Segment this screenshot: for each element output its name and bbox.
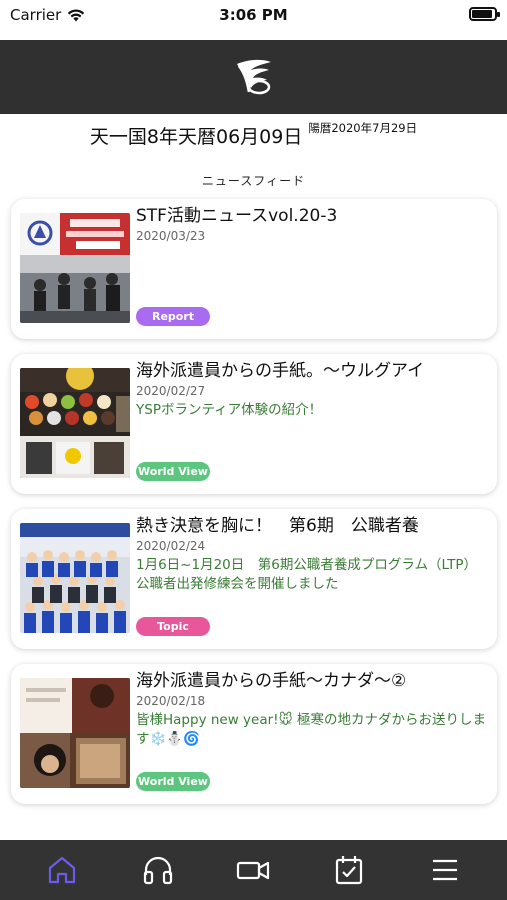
news-date: 2020/02/18 [136,694,206,708]
news-card-body: 海外派遣員からの手紙。〜ウルグアイ 2020/02/27 YSPボランティア体験… [136,360,488,420]
news-date: 2020/02/27 [136,384,206,398]
news-feed-title: ニュースフィード [201,174,306,188]
news-date: 2020/03/23 [136,229,206,243]
news-card-body: 熱き決意を胸に！ 第6期 公職者養 2020/02/24 1月6日~1月20日 … [136,515,488,594]
news-card[interactable]: STF活動ニュースvol.20-3 2020/03/23 Report [11,199,497,339]
news-thumbnail-image [20,523,130,633]
news-excerpt: 皆様Happy new year!🐭 極寒の地カナダからお送りします❄️⛄🌀 [136,712,486,747]
category-tag[interactable]: Report [136,307,210,326]
news-card[interactable]: 熱き決意を胸に！ 第6期 公職者養 2020/02/24 1月6日~1月20日 … [11,509,497,649]
news-card-body: 海外派遣員からの手紙〜カナダ〜② 2020/02/18 皆様Happy new … [136,670,488,749]
app-header [0,40,507,114]
headphones-icon [143,856,172,885]
category-tag[interactable]: World View [136,772,210,791]
video-icon [237,861,270,880]
status-bar: Carrier 3:06 PM [0,0,507,40]
news-title: STF活動ニュースvol.20-3 [136,206,338,226]
nav-menu[interactable] [415,840,475,900]
news-title: 海外派遣員からの手紙〜カナダ〜② [136,671,407,691]
solar-calendar-date: 陽暦2020年7月29日 [308,121,418,135]
news-card-body: STF活動ニュースvol.20-3 2020/03/23 [136,205,488,244]
calendar-check-icon [336,856,363,885]
nav-home[interactable] [32,840,92,900]
nav-video[interactable] [223,840,283,900]
news-date: 2020/02/24 [136,539,206,553]
news-title: 熱き決意を胸に！ 第6期 公職者養 [136,516,419,536]
news-thumbnail-image [20,368,130,478]
home-icon [48,856,75,884]
bottom-nav [0,840,507,900]
news-excerpt: YSPボランティア体験の紹介！ [136,402,323,418]
battery-icon [469,7,500,21]
news-thumbnail-image [20,678,130,788]
menu-icon [433,859,458,881]
news-excerpt: 1月6日~1月20日 第6期公職者養成プログラム（LTP）公職者出発修練会を開催… [136,557,477,592]
news-card[interactable]: 海外派遣員からの手紙〜カナダ〜② 2020/02/18 皆様Happy new … [11,664,497,804]
nav-schedule[interactable] [319,840,379,900]
category-tag[interactable]: Topic [136,617,210,636]
nav-audio[interactable] [128,840,188,900]
category-tag[interactable]: World View [136,462,210,481]
app-logo[interactable] [231,54,277,100]
status-time: 3:06 PM [219,6,288,24]
news-thumbnail-image [20,213,130,323]
news-title: 海外派遣員からの手紙。〜ウルグアイ [136,361,425,381]
heavenly-calendar-date: 天一国8年天暦06月09日 [89,126,303,148]
date-row: 天一国8年天暦06月09日 陽暦2020年7月29日 [0,118,507,150]
news-card[interactable]: 海外派遣員からの手紙。〜ウルグアイ 2020/02/27 YSPボランティア体験… [11,354,497,494]
